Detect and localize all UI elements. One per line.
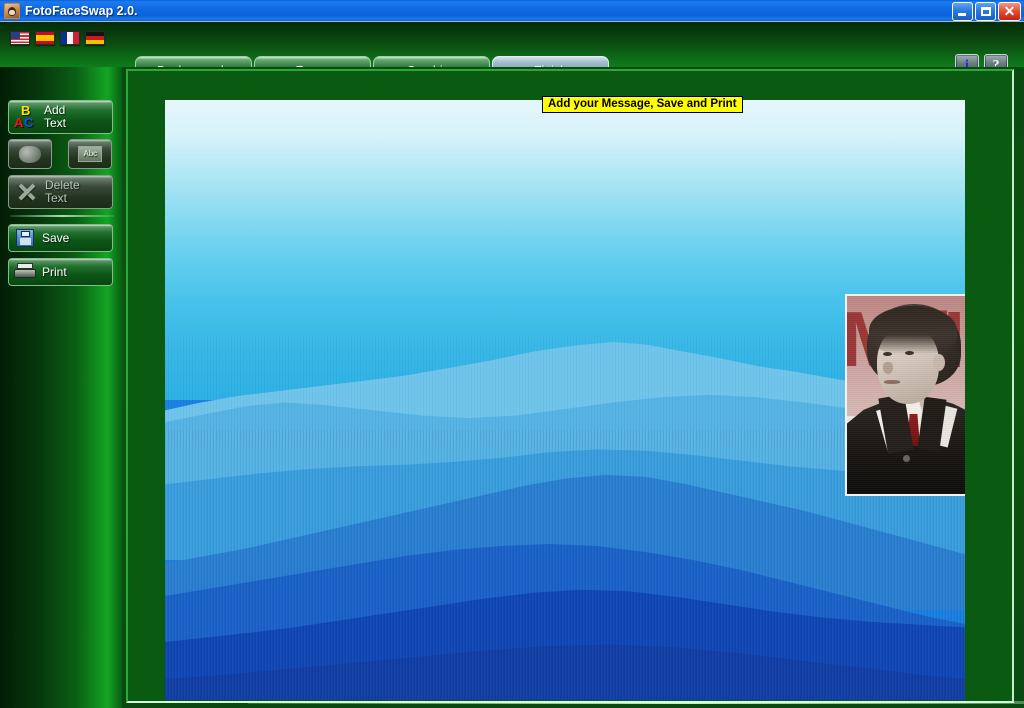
photo-hair-fringe <box>869 306 957 354</box>
app-face-icon <box>4 2 20 19</box>
left-toolbar: B A C Add Text Abc Delete Text Save Prin… <box>0 67 122 708</box>
photo-nose <box>883 362 893 374</box>
x-mark-icon <box>15 180 39 204</box>
print-button[interactable]: Print <box>8 258 113 286</box>
printer-icon <box>14 263 36 281</box>
minimize-icon <box>958 13 966 16</box>
shape-blob-icon <box>19 145 41 163</box>
photo-ear <box>933 354 945 371</box>
header-strip: Backgrounds Faces Combine Finish i ? <box>0 22 1024 84</box>
photo-composition-canvas[interactable]: M M I <box>165 100 965 700</box>
maximize-button[interactable] <box>975 2 996 21</box>
photo-eye-right <box>905 351 914 355</box>
minimize-button[interactable] <box>952 2 973 21</box>
flag-de-icon[interactable] <box>85 31 105 45</box>
application-body: Backgrounds Faces Combine Finish i ? <box>0 22 1024 708</box>
delete-text-button[interactable]: Delete Text <box>8 175 113 209</box>
title-bar: FotoFaceSwap 2.0. ✕ <box>0 0 1024 22</box>
status-tooltip: Add your Message, Save and Print <box>542 96 743 113</box>
save-button[interactable]: Save <box>8 224 113 252</box>
delete-text-label: Delete Text <box>45 178 80 205</box>
photo-eye-left <box>883 352 892 356</box>
abc-letter-c: C <box>24 115 34 130</box>
photo-suit-button <box>903 455 910 462</box>
close-icon: ✕ <box>1003 3 1016 19</box>
flag-us-icon[interactable] <box>10 31 30 45</box>
print-label: Print <box>42 264 67 279</box>
pasted-face-photo[interactable]: M M I <box>845 294 965 496</box>
language-flags <box>10 31 105 45</box>
close-button[interactable]: ✕ <box>998 2 1021 21</box>
application-window: FotoFaceSwap 2.0. ✕ Bac <box>0 0 1024 708</box>
floppy-disk-icon <box>16 229 34 247</box>
photo-mouth <box>884 380 900 384</box>
panel-bottom-edge <box>248 701 1024 704</box>
flag-es-icon[interactable] <box>35 31 55 45</box>
text-shape-button[interactable] <box>8 139 52 169</box>
window-controls: ✕ <box>952 2 1021 21</box>
text-font-button[interactable]: Abc <box>68 139 112 169</box>
restore-icon <box>981 7 991 16</box>
window-title: FotoFaceSwap 2.0. <box>25 3 138 18</box>
add-text-label: Add Text <box>44 103 67 130</box>
abc-letter-a: A <box>14 115 24 130</box>
flag-fr-icon[interactable] <box>60 31 80 45</box>
save-label: Save <box>42 230 70 245</box>
abc-letters-icon: B A C <box>14 104 40 130</box>
sidebar-divider <box>10 215 114 217</box>
add-text-button[interactable]: B A C Add Text <box>8 100 113 134</box>
font-box-icon: Abc <box>78 146 102 162</box>
